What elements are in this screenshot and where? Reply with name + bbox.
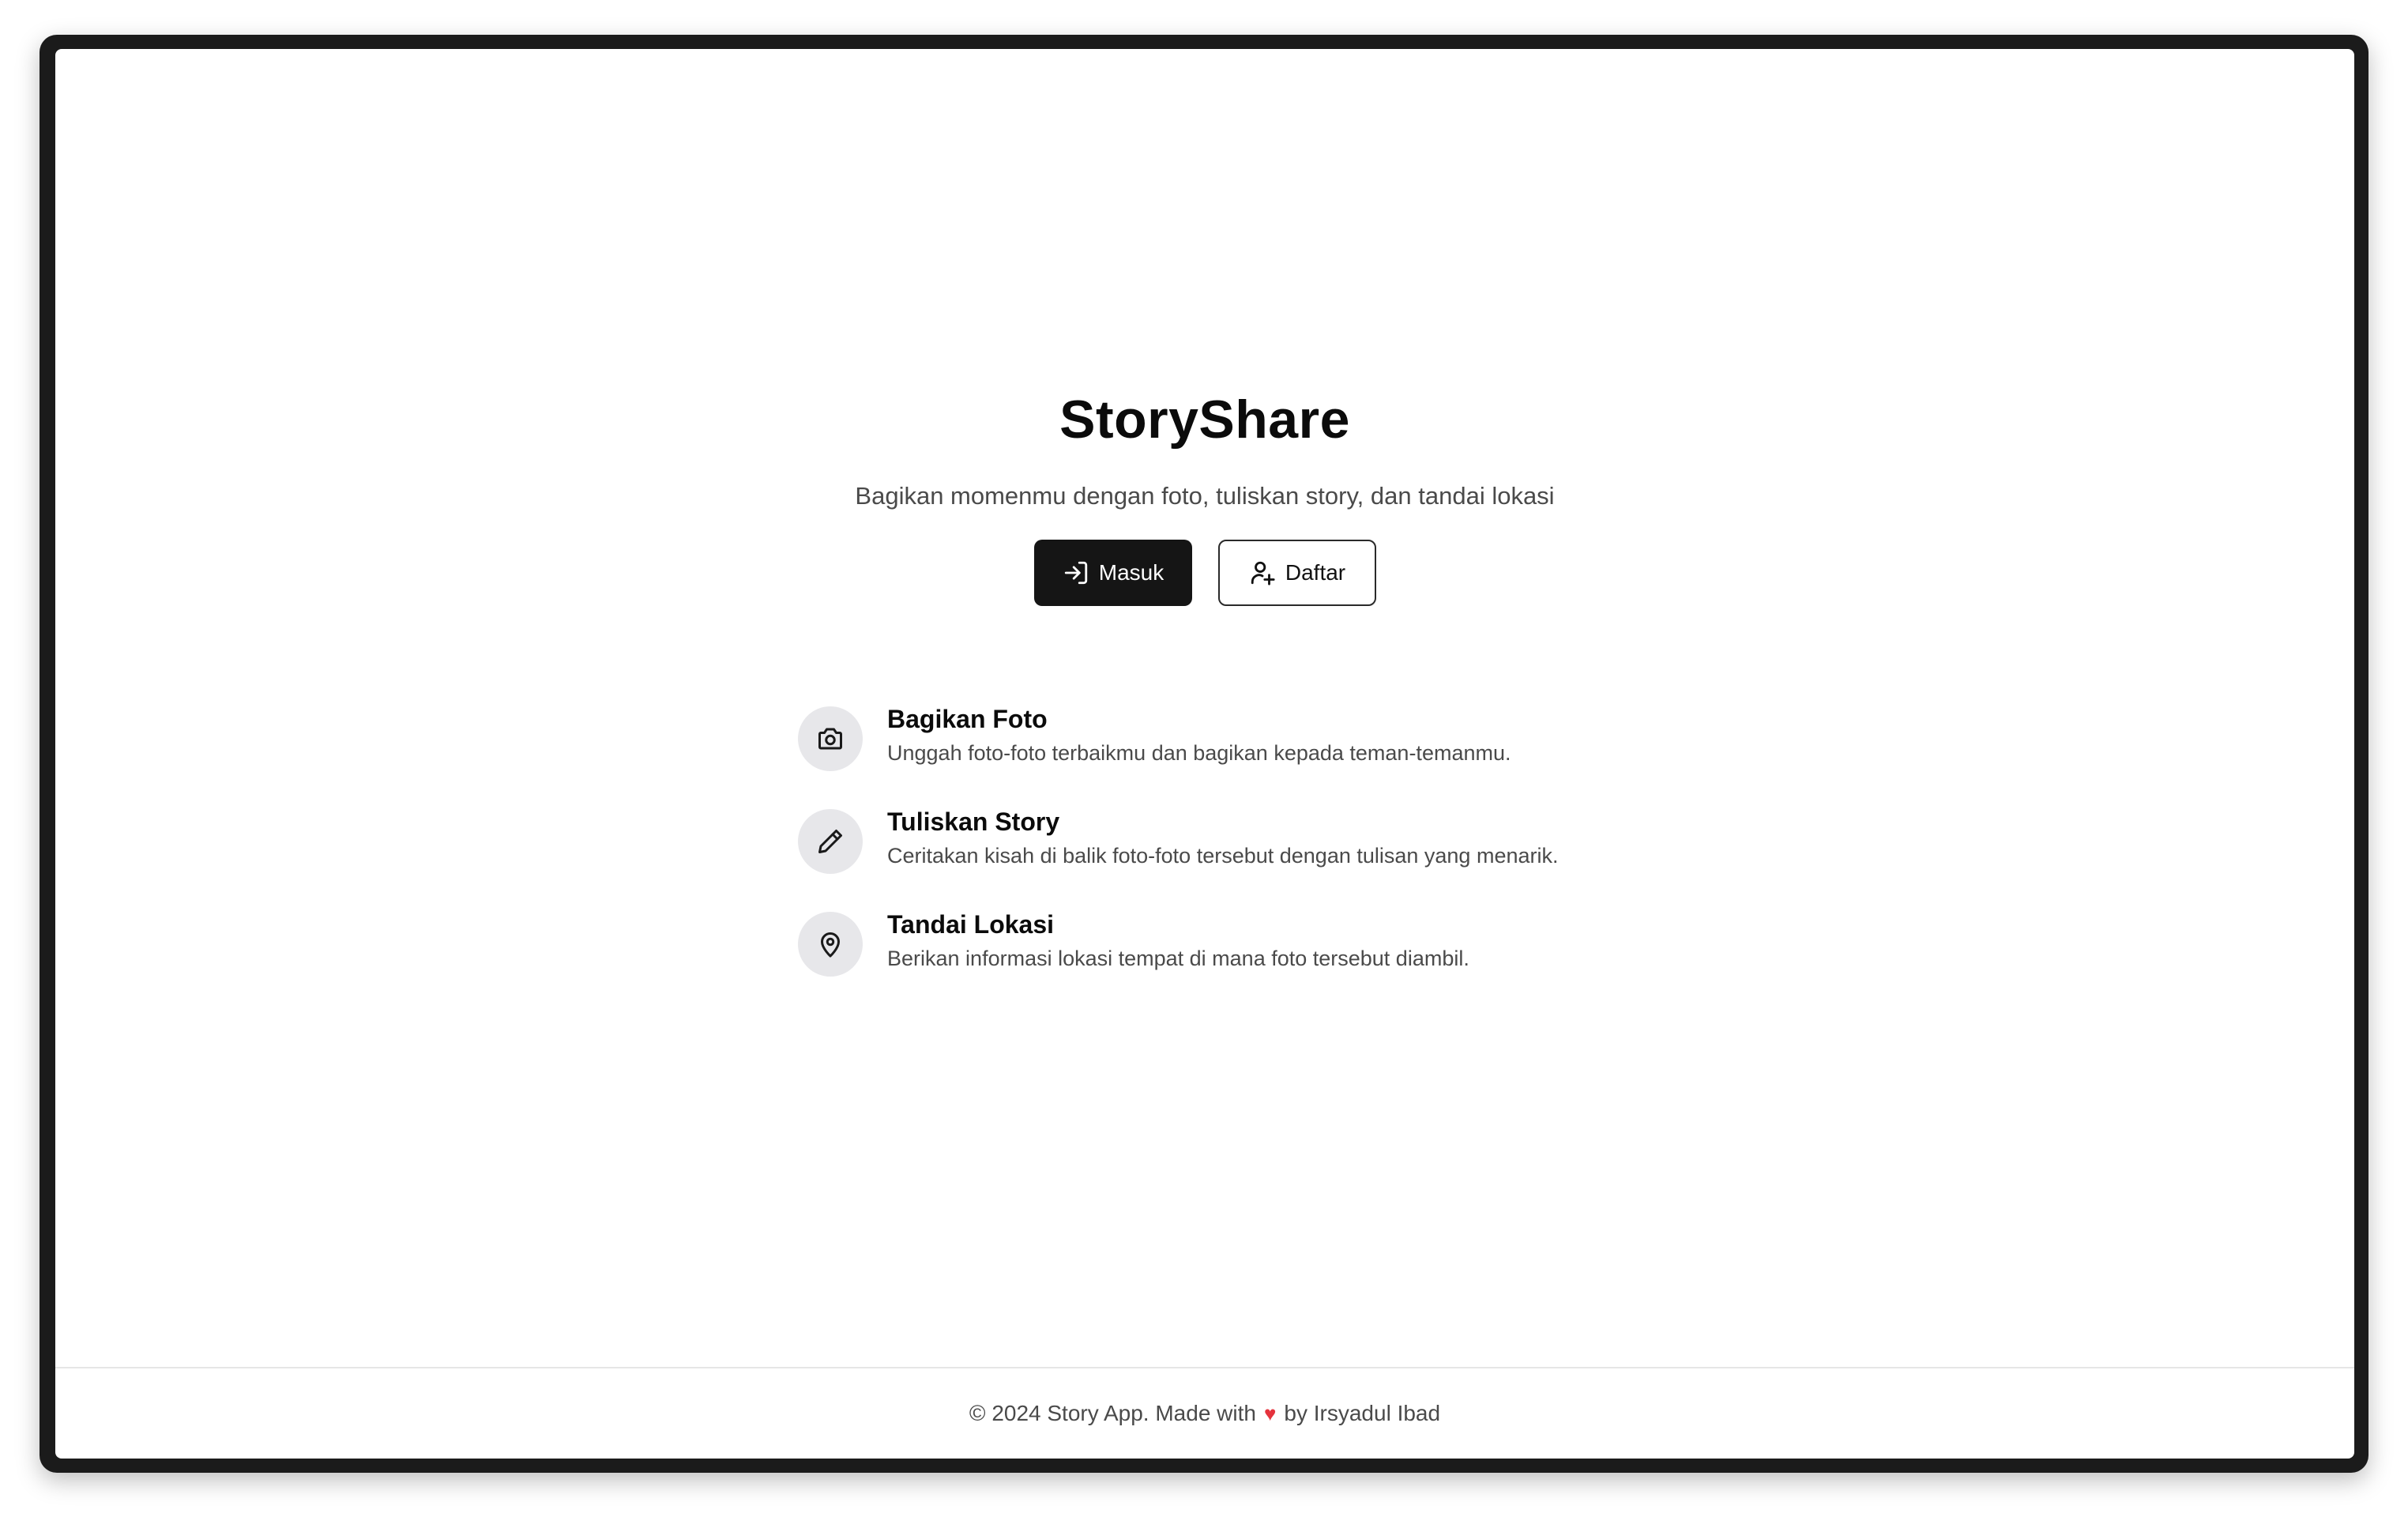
feature-description: Berikan informasi lokasi tempat di mana …	[887, 947, 1469, 970]
feature-description: Unggah foto-foto terbaikmu dan bagikan k…	[887, 741, 1511, 765]
page-title: StoryShare	[1059, 390, 1350, 450]
register-label: Daftar	[1285, 560, 1346, 585]
feature-title: Tuliskan Story	[887, 807, 1060, 836]
page-subtitle: Bagikan momenmu dengan foto, tuliskan st…	[855, 482, 1555, 510]
map-pin-icon	[821, 932, 840, 958]
feature-icon-container	[798, 912, 863, 977]
app-screen: StoryShare Bagikan momenmu dengan foto, …	[55, 49, 2354, 1459]
login-button[interactable]: Masuk	[1034, 540, 1192, 606]
feature-share-photo: Bagikan Foto Unggah foto-foto terbaikmu …	[798, 705, 1746, 776]
camera-icon	[818, 728, 842, 750]
login-label: Masuk	[1098, 560, 1164, 585]
user-plus-icon	[1251, 561, 1275, 585]
footer: © 2024 Story App. Made with ♥ by Irsyadu…	[55, 1367, 2354, 1459]
pencil-icon	[818, 830, 842, 853]
heart-icon: ♥	[1263, 1401, 1277, 1425]
feature-write-story: Tuliskan Story Ceritakan kisah di balik …	[798, 807, 1746, 879]
login-icon	[1064, 561, 1087, 585]
feature-title: Tandai Lokasi	[887, 910, 1055, 939]
feature-title: Bagikan Foto	[887, 705, 1048, 733]
feature-description: Ceritakan kisah di balik foto-foto terse…	[887, 844, 1559, 868]
footer-author: by Irsyadul Ibad	[1284, 1401, 1441, 1425]
feature-tag-location: Tandai Lokasi Berikan informasi lokasi t…	[798, 910, 1746, 981]
feature-icon-container	[798, 809, 863, 874]
footer-copyright: © 2024 Story App. Made with	[969, 1401, 1256, 1425]
register-button[interactable]: Daftar	[1218, 540, 1376, 606]
feature-icon-container	[798, 706, 863, 771]
